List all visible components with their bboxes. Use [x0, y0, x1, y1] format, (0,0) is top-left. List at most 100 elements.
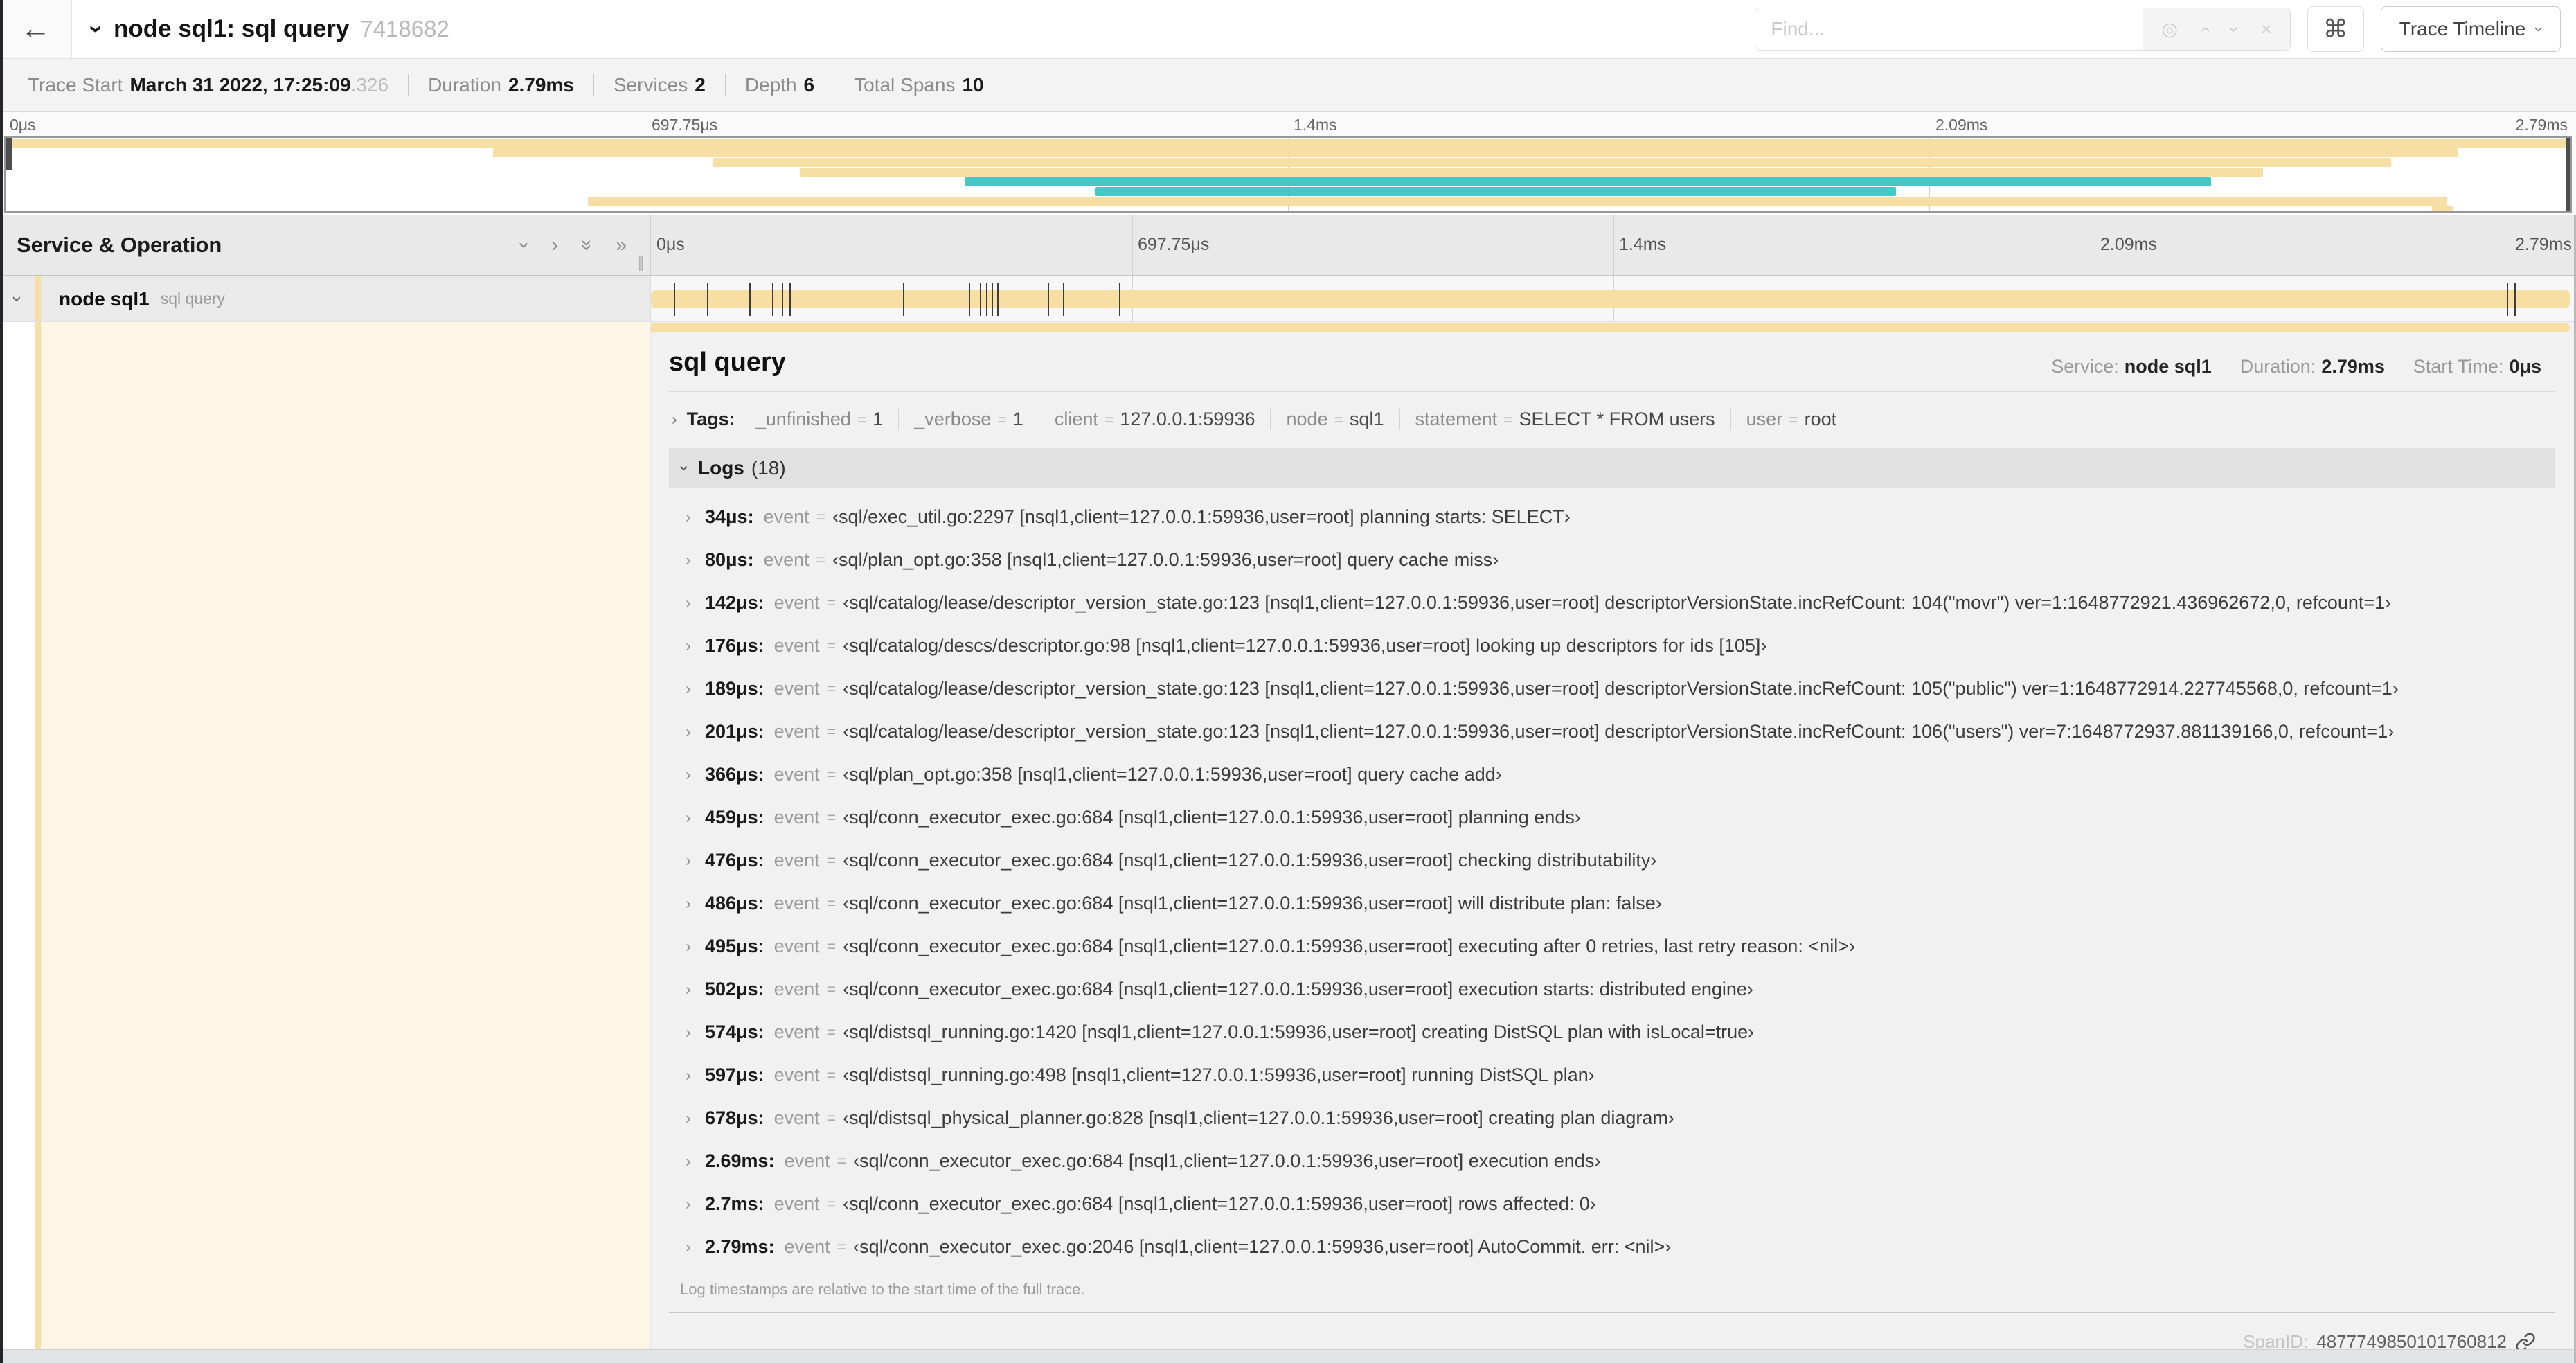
- expand-one-icon[interactable]: ›: [552, 234, 558, 256]
- log-row[interactable]: › 142μs: event = ‹sql/catalog/lease/descript…: [669, 581, 2555, 624]
- log-expand-chevron-icon[interactable]: ›: [679, 1195, 698, 1213]
- log-row[interactable]: › 176μs: event = ‹sql/catalog/descs/descript…: [669, 624, 2555, 667]
- timeline-minimap[interactable]: 0μs 697.75μs 1.4ms 2.09ms 2.79ms: [0, 112, 2576, 215]
- log-expand-chevron-icon[interactable]: ›: [679, 808, 698, 827]
- logs-collapse-chevron-icon[interactable]: ›: [674, 465, 694, 471]
- log-row[interactable]: › 495μs: event = ‹sql/conn_executor_exec.go:…: [669, 925, 2555, 968]
- log-expand-chevron-icon[interactable]: ›: [679, 937, 698, 956]
- tag-item[interactable]: _unfinished = 1: [739, 409, 899, 430]
- log-row[interactable]: › 678μs: event = ‹sql/distsql_physical_plann…: [669, 1096, 2555, 1139]
- tags-row[interactable]: › Tags: _unfinished = 1 _verbose = 1 client = 12…: [669, 409, 2555, 430]
- tag-item[interactable]: client = 127.0.0.1:59936: [1038, 409, 1271, 430]
- log-expand-chevron-icon[interactable]: ›: [679, 1066, 698, 1085]
- log-row[interactable]: › 2.7ms: event = ‹sql/conn_executor_exec.go:…: [669, 1182, 2555, 1225]
- tag-item[interactable]: statement = SELECT * FROM users: [1399, 409, 1730, 430]
- find-prev-icon[interactable]: ›: [2194, 26, 2215, 33]
- log-field-key: event: [773, 591, 820, 613]
- log-field-value: ‹sql/catalog/lease/descriptor_version_st…: [843, 720, 2395, 742]
- log-expand-chevron-icon[interactable]: ›: [679, 1109, 698, 1128]
- log-expand-chevron-icon[interactable]: ›: [679, 722, 698, 741]
- log-expand-chevron-icon[interactable]: ›: [679, 980, 698, 999]
- log-field-value: ‹sql/catalog/lease/descriptor_version_st…: [843, 591, 2392, 613]
- back-button[interactable]: ←: [0, 0, 72, 58]
- equals-sign: =: [1334, 411, 1343, 429]
- log-timestamp: 502μs:: [705, 978, 764, 999]
- trace-id: 7418682: [360, 16, 449, 42]
- log-expand-chevron-icon[interactable]: ›: [679, 679, 698, 698]
- equals-sign: =: [826, 765, 837, 783]
- log-row[interactable]: › 201μs: event = ‹sql/catalog/lease/descript…: [669, 710, 2555, 753]
- log-marker: [789, 282, 791, 316]
- log-row[interactable]: › 80μs: event = ‹sql/plan_opt.go:358 [nsql1,…: [669, 538, 2555, 581]
- log-expand-chevron-icon[interactable]: ›: [679, 636, 698, 655]
- tags-expand-chevron-icon[interactable]: ›: [672, 410, 677, 429]
- span-timeline-cell[interactable]: [651, 276, 2576, 321]
- span-name-cell[interactable]: › node sql1 sql query: [0, 276, 651, 321]
- find-next-icon[interactable]: ›: [2224, 26, 2245, 33]
- find-input[interactable]: [1755, 8, 2144, 50]
- log-row[interactable]: › 459μs: event = ‹sql/conn_executor_exec.go:…: [669, 796, 2555, 839]
- expand-all-icon[interactable]: »: [616, 234, 627, 256]
- tag-item[interactable]: _verbose = 1: [898, 409, 1039, 430]
- span-duration-bar[interactable]: [651, 289, 2570, 308]
- log-field-key: event: [773, 1193, 820, 1214]
- stat-item: Total Spans 10: [834, 73, 1003, 96]
- log-marker: [2506, 282, 2508, 316]
- chevron-down-icon: ›: [2530, 26, 2549, 32]
- log-timestamp: 176μs:: [705, 634, 764, 656]
- window-left-edge: [0, 0, 3, 1363]
- back-arrow-icon: ←: [20, 12, 51, 46]
- timeline-ruler: 0μs 697.75μs 1.4ms 2.09ms 2.79ms: [651, 215, 2576, 275]
- log-expand-chevron-icon[interactable]: ›: [679, 594, 698, 612]
- log-row[interactable]: › 2.69ms: event = ‹sql/conn_executor_exec.go…: [669, 1139, 2555, 1182]
- log-marker: [2514, 282, 2516, 316]
- log-expand-chevron-icon[interactable]: ›: [679, 851, 698, 870]
- collapse-one-icon[interactable]: ›: [514, 242, 536, 248]
- log-row[interactable]: › 366μs: event = ‹sql/plan_opt.go:358 [nsql1…: [669, 753, 2555, 796]
- columns-header: Service & Operation › › » » ∥ 0μs 697.75μ…: [0, 215, 2576, 276]
- minimap-left-drag-handle[interactable]: [6, 138, 12, 170]
- log-expand-chevron-icon[interactable]: ›: [679, 1152, 698, 1170]
- log-expand-chevron-icon[interactable]: ›: [679, 551, 698, 569]
- log-row[interactable]: › 574μs: event = ‹sql/distsql_running.go:142…: [669, 1010, 2555, 1053]
- minimap-span-bar: [6, 139, 2570, 148]
- ruler-tick-label: 1.4ms: [1619, 235, 1667, 254]
- log-expand-chevron-icon[interactable]: ›: [679, 1023, 698, 1042]
- tag-item[interactable]: node = sql1: [1270, 409, 1399, 430]
- equals-sign: =: [826, 1194, 837, 1213]
- log-field-key: event: [784, 1150, 830, 1171]
- trace-collapse-chevron-icon[interactable]: ›: [82, 25, 111, 33]
- view-dropdown-button[interactable]: Trace Timeline ›: [2380, 6, 2561, 52]
- minimap-canvas[interactable]: [4, 136, 2572, 213]
- span-row[interactable]: › node sql1 sql query: [0, 276, 2576, 322]
- log-timestamp: 34μs:: [705, 506, 754, 527]
- ruler-tick-label: 2.09ms: [1935, 116, 1988, 134]
- log-expand-chevron-icon[interactable]: ›: [679, 765, 698, 784]
- log-field-value: ‹sql/conn_executor_exec.go:2046 [nsql1,c…: [853, 1236, 1672, 1257]
- log-expand-chevron-icon[interactable]: ›: [679, 894, 698, 913]
- stat-value: 6: [803, 73, 815, 96]
- log-row[interactable]: › 189μs: event = ‹sql/catalog/lease/descript…: [669, 667, 2555, 710]
- tag-item[interactable]: user = root: [1730, 409, 1852, 430]
- log-row[interactable]: › 486μs: event = ‹sql/conn_executor_exec.go:…: [669, 882, 2555, 925]
- log-row[interactable]: › 597μs: event = ‹sql/distsql_running.go:498…: [669, 1053, 2555, 1096]
- keyboard-shortcuts-button[interactable]: ⌘: [2307, 6, 2364, 52]
- log-row[interactable]: › 476μs: event = ‹sql/conn_executor_exec.go:…: [669, 839, 2555, 882]
- stat-value: 10: [962, 73, 984, 96]
- log-row[interactable]: › 502μs: event = ‹sql/conn_executor_exec.go:…: [669, 968, 2555, 1010]
- column-resize-grip[interactable]: ∥: [637, 254, 645, 272]
- log-marker: [706, 282, 708, 316]
- find-clear-icon[interactable]: ×: [2261, 19, 2272, 40]
- bottom-scrollbar-strip[interactable]: [0, 1349, 2576, 1363]
- log-expand-chevron-icon[interactable]: ›: [679, 508, 698, 526]
- minimap-right-drag-handle[interactable]: [2566, 138, 2570, 211]
- logs-header[interactable]: › Logs (18): [669, 448, 2555, 488]
- log-row[interactable]: › 2.79ms: event = ‹sql/conn_executor_exec.go…: [669, 1225, 2555, 1268]
- span-expand-chevron-icon[interactable]: ›: [8, 282, 28, 317]
- deep-link-icon[interactable]: [2515, 1332, 2536, 1349]
- log-expand-chevron-icon[interactable]: ›: [679, 1238, 698, 1256]
- span-id-row: SpanID: 4877749850101760812: [669, 1313, 2555, 1349]
- locate-icon[interactable]: ◎: [2161, 19, 2178, 40]
- collapse-all-icon[interactable]: »: [576, 240, 598, 251]
- log-row[interactable]: › 34μs: event = ‹sql/exec_util.go:2297 [nsql…: [669, 495, 2555, 538]
